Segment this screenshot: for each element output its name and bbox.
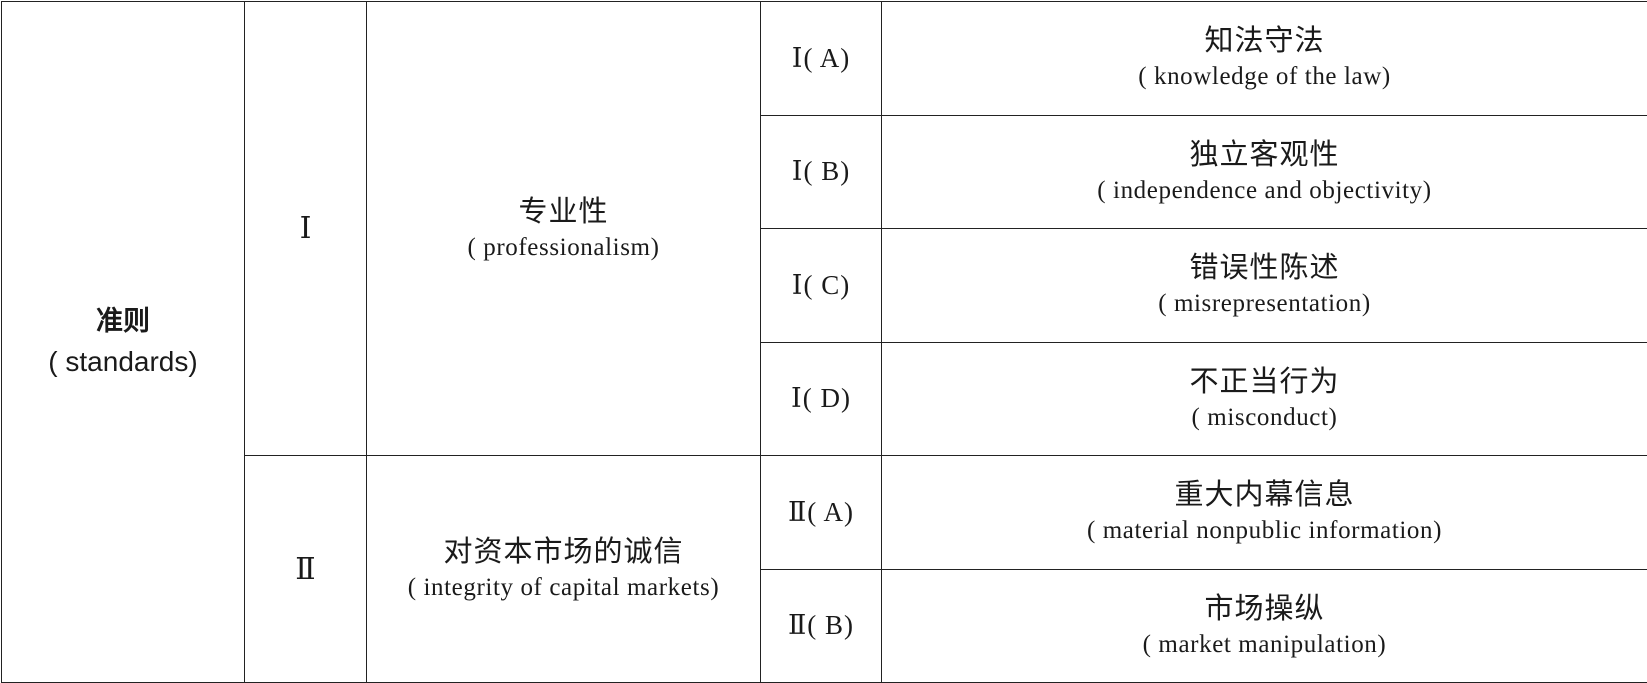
- item-name-en: ( misconduct): [1191, 403, 1338, 431]
- item-name-cell: 知法守法 ( knowledge of the law): [881, 1, 1647, 116]
- item-code: Ⅰ( C): [791, 269, 851, 300]
- table-row: 准则 ( standards) Ⅰ 专业性 ( professionalism)…: [1, 1, 1647, 683]
- item-code: Ⅱ( A): [787, 496, 855, 527]
- item-name-en: ( knowledge of the law): [1138, 63, 1391, 91]
- item-name-cell: 不正当行为 ( misconduct): [881, 341, 1647, 456]
- group-numeral-cell: Ⅱ: [244, 455, 367, 683]
- item-code-cell: Ⅱ( B): [760, 568, 882, 683]
- group-numeral-cell: Ⅰ: [244, 1, 367, 456]
- item-code: Ⅰ( D): [791, 383, 851, 414]
- item-code: Ⅰ( B): [791, 156, 851, 187]
- standards-label-cn: 准则: [96, 306, 150, 337]
- group-name-cell: 专业性 ( professionalism): [366, 1, 761, 456]
- table-row: Ⅱ 对资本市场的诚信 ( integrity of capital market…: [2, 455, 1647, 683]
- item-name-cn: 知法守法: [1204, 23, 1325, 58]
- item-code-cell: Ⅰ( D): [760, 341, 882, 456]
- item-name-cn: 错误性陈述: [1189, 250, 1340, 285]
- item-code-cell: Ⅱ( A): [760, 455, 882, 570]
- item-name-en: ( material nonpublic information): [1086, 517, 1443, 545]
- item-name-cell: 市场操纵 ( market manipulation): [881, 568, 1647, 683]
- group-numeral: Ⅰ: [299, 212, 312, 245]
- item-name-cell: 独立客观性 ( independence and objectivity): [881, 114, 1647, 229]
- item-code-cell: Ⅰ( A): [760, 1, 882, 116]
- item-name-cell: 重大内幕信息 ( material nonpublic information): [881, 455, 1647, 570]
- group-name-en: ( integrity of capital markets): [407, 574, 720, 601]
- group-name-cn: 对资本市场的诚信: [443, 534, 684, 568]
- item-name-cn: 市场操纵: [1204, 590, 1325, 625]
- item-name-en: ( market manipulation): [1142, 630, 1387, 658]
- item-name-cn: 独立客观性: [1189, 136, 1340, 171]
- item-code: Ⅰ( A): [791, 42, 851, 73]
- item-code-cell: Ⅰ( C): [760, 228, 882, 343]
- item-code: Ⅱ( B): [787, 610, 855, 641]
- standards-cell: 准则 ( standards): [1, 1, 245, 683]
- item-name-en: ( misrepresentation): [1158, 290, 1371, 318]
- item-code-cell: Ⅰ( B): [760, 114, 882, 229]
- group-name-cell: 对资本市场的诚信 ( integrity of capital markets): [366, 455, 761, 683]
- item-name-cell: 错误性陈述 ( misrepresentation): [881, 228, 1647, 343]
- group-name-en: ( professionalism): [467, 233, 660, 261]
- standards-table: 准则 ( standards) Ⅰ 专业性 ( professionalism)…: [1, 1, 1647, 683]
- group-name-cn: 专业性: [518, 193, 609, 228]
- group-numeral: Ⅱ: [295, 552, 316, 586]
- item-name-en: ( independence and objectivity): [1097, 176, 1432, 204]
- item-name-cn: 不正当行为: [1189, 363, 1340, 398]
- standards-label-en: ( standards): [48, 346, 198, 377]
- item-name-cn: 重大内幕信息: [1174, 477, 1355, 512]
